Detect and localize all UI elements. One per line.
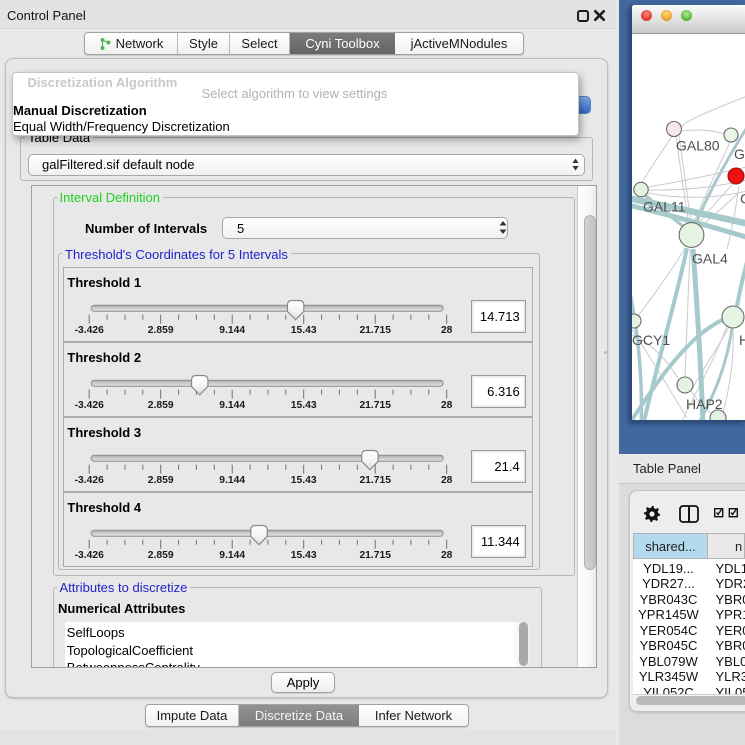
svg-text:21.715: 21.715 [359, 400, 391, 411]
svg-text:GCY1: GCY1 [632, 332, 670, 348]
svg-text:9.144: 9.144 [219, 550, 245, 561]
svg-text:-3.426: -3.426 [74, 400, 103, 411]
svg-text:15.43: 15.43 [291, 400, 317, 411]
svg-text:-3.426: -3.426 [74, 475, 103, 486]
svg-text:9.144: 9.144 [219, 475, 245, 486]
svg-text:28: 28 [441, 550, 453, 561]
svg-text:C: C [740, 191, 745, 207]
svg-text:2.859: 2.859 [148, 400, 174, 411]
svg-text:21.715: 21.715 [359, 475, 391, 486]
svg-text:GAL80: GAL80 [676, 138, 720, 154]
svg-text:21.715: 21.715 [359, 550, 391, 561]
svg-text:28: 28 [441, 475, 453, 486]
svg-text:-3.426: -3.426 [74, 550, 103, 561]
svg-text:HAP2: HAP2 [686, 396, 723, 412]
svg-text:H: H [739, 332, 745, 348]
svg-text:28: 28 [441, 325, 453, 336]
svg-text:15.43: 15.43 [291, 325, 317, 336]
svg-text:15.43: 15.43 [291, 550, 317, 561]
svg-text:15.43: 15.43 [291, 475, 317, 486]
svg-text:2.859: 2.859 [148, 475, 174, 486]
svg-text:GA: GA [734, 146, 745, 162]
svg-text:2.859: 2.859 [148, 325, 174, 336]
svg-text:-3.426: -3.426 [74, 325, 103, 336]
svg-text:GAL4: GAL4 [692, 251, 728, 267]
svg-text:9.144: 9.144 [219, 325, 245, 336]
svg-text:2.859: 2.859 [148, 550, 174, 561]
svg-text:21.715: 21.715 [359, 325, 391, 336]
svg-text:28: 28 [441, 400, 453, 411]
svg-text:9.144: 9.144 [219, 400, 245, 411]
svg-text:GAL11: GAL11 [643, 199, 686, 215]
